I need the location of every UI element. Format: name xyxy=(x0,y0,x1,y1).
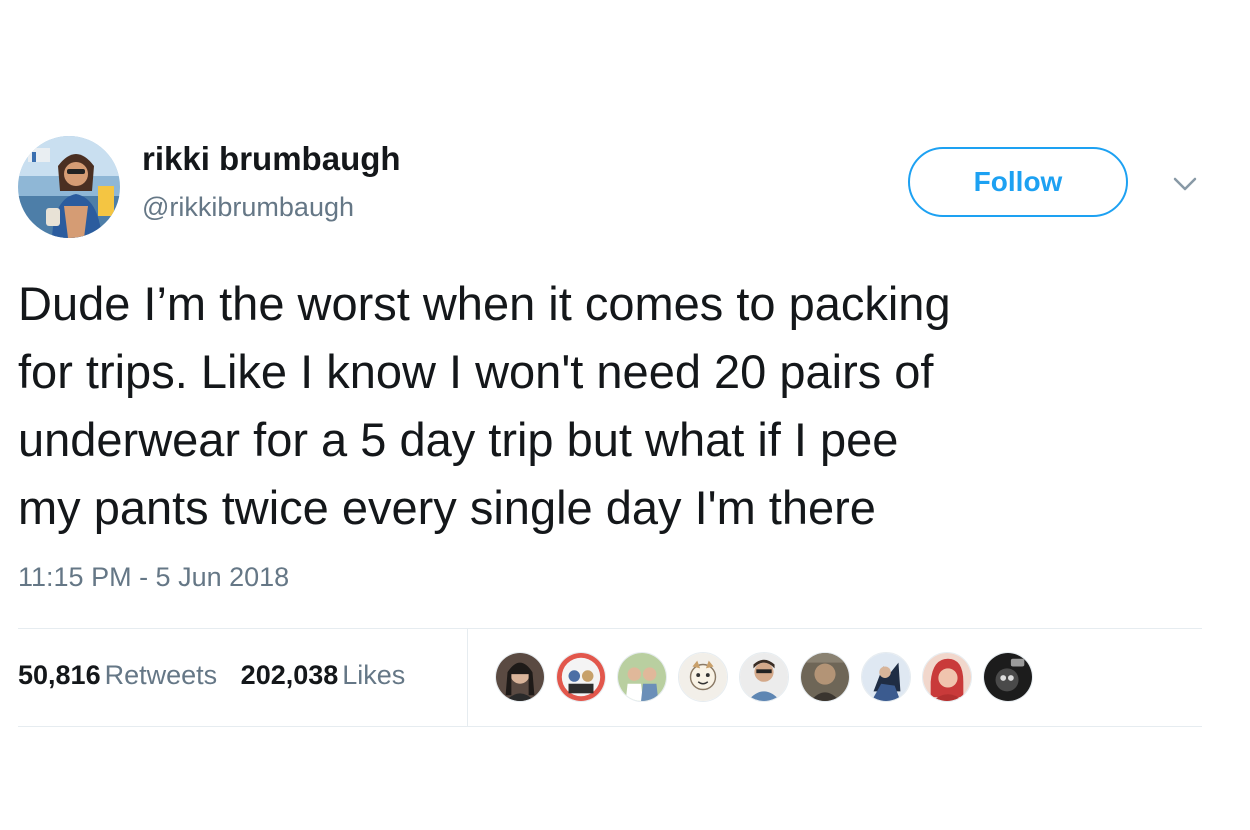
divider xyxy=(18,628,1202,629)
profile-photo xyxy=(18,136,120,238)
retweets-label: Retweets xyxy=(104,660,218,690)
author-display-name[interactable]: rikki brumbaugh xyxy=(142,140,401,178)
divider xyxy=(18,726,1202,727)
liker-avatar-8[interactable] xyxy=(922,652,972,702)
author-avatar[interactable] xyxy=(18,136,120,238)
liker-avatar-2[interactable] xyxy=(556,652,606,702)
likes-stat[interactable]: 202,038 Likes xyxy=(241,660,406,691)
likes-label: Likes xyxy=(342,660,406,690)
tweet-stats: 50,816 Retweets 202,038 Likes xyxy=(18,660,421,691)
retweets-count: 50,816 xyxy=(18,660,101,690)
likers-avatars xyxy=(495,652,1044,704)
tweet-card: rikki brumbaugh @rikkibrumbaugh Follow D… xyxy=(0,0,1250,830)
tweet-text: Dude I’m the worst when it comes to pack… xyxy=(18,277,951,534)
liker-avatar-7[interactable] xyxy=(861,652,911,702)
liker-avatar-4[interactable] xyxy=(678,652,728,702)
liker-avatar-5[interactable] xyxy=(739,652,789,702)
retweets-stat[interactable]: 50,816 Retweets xyxy=(18,660,217,691)
likes-count: 202,038 xyxy=(240,660,339,690)
stats-divider xyxy=(467,629,468,726)
liker-avatar-1[interactable] xyxy=(495,652,545,702)
liker-avatar-3[interactable] xyxy=(617,652,667,702)
liker-avatar-6[interactable] xyxy=(800,652,850,702)
tweet-timestamp[interactable]: 11:15 PM - 5 Jun 2018 xyxy=(18,562,289,593)
follow-button[interactable]: Follow xyxy=(908,147,1128,217)
liker-avatar-9[interactable] xyxy=(983,652,1033,702)
author-handle[interactable]: @rikkibrumbaugh xyxy=(142,192,354,223)
chevron-down-icon[interactable] xyxy=(1170,172,1200,196)
